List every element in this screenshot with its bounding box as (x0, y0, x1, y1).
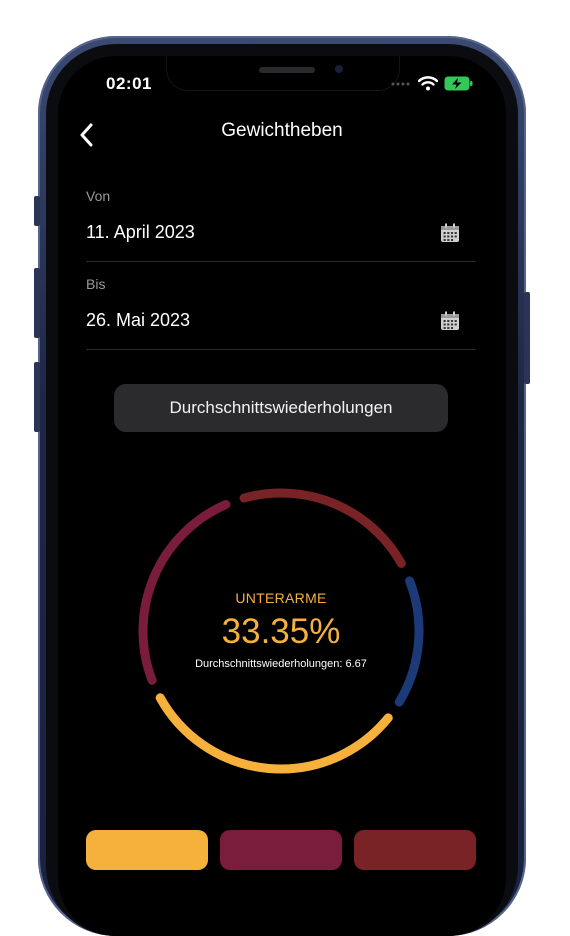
power-button (524, 292, 530, 384)
divider (86, 261, 476, 262)
chart-category-label: UNTERARME (235, 590, 327, 606)
calendar-icon[interactable] (440, 311, 460, 331)
donut-segment[interactable] (155, 693, 393, 774)
legend-tile[interactable] (354, 830, 476, 870)
screen: 02:01 Gewichtheben Von 11. April 2023 Bi… (58, 56, 506, 936)
metric-select-button[interactable]: Durchschnittswiederholungen (114, 384, 448, 432)
calendar-icon[interactable] (440, 223, 460, 243)
volume-down-button (34, 362, 40, 432)
from-label: Von (86, 188, 111, 204)
chart-percentage: 33.35% (221, 612, 341, 651)
silent-switch (34, 196, 40, 226)
legend-tile[interactable] (220, 830, 342, 870)
chart-subtitle: Durchschnittswiederholungen: 6.67 (195, 658, 367, 670)
volume-up-button (34, 268, 40, 338)
notch (166, 56, 400, 91)
status-icons (390, 76, 474, 91)
to-label: Bis (86, 276, 106, 292)
battery-charging-icon (444, 76, 473, 91)
page-title: Gewichtheben (221, 120, 343, 141)
wifi-icon (418, 76, 438, 91)
speaker (259, 67, 315, 73)
donut-segment[interactable] (239, 488, 406, 568)
camera (335, 65, 343, 73)
signal-icon (391, 82, 410, 85)
divider (86, 349, 476, 350)
from-date-value[interactable]: 11. April 2023 (86, 222, 195, 243)
status-time: 02:01 (106, 74, 152, 93)
to-date-value[interactable]: 26. Mai 2023 (86, 310, 190, 331)
legend-tile[interactable] (86, 830, 208, 870)
